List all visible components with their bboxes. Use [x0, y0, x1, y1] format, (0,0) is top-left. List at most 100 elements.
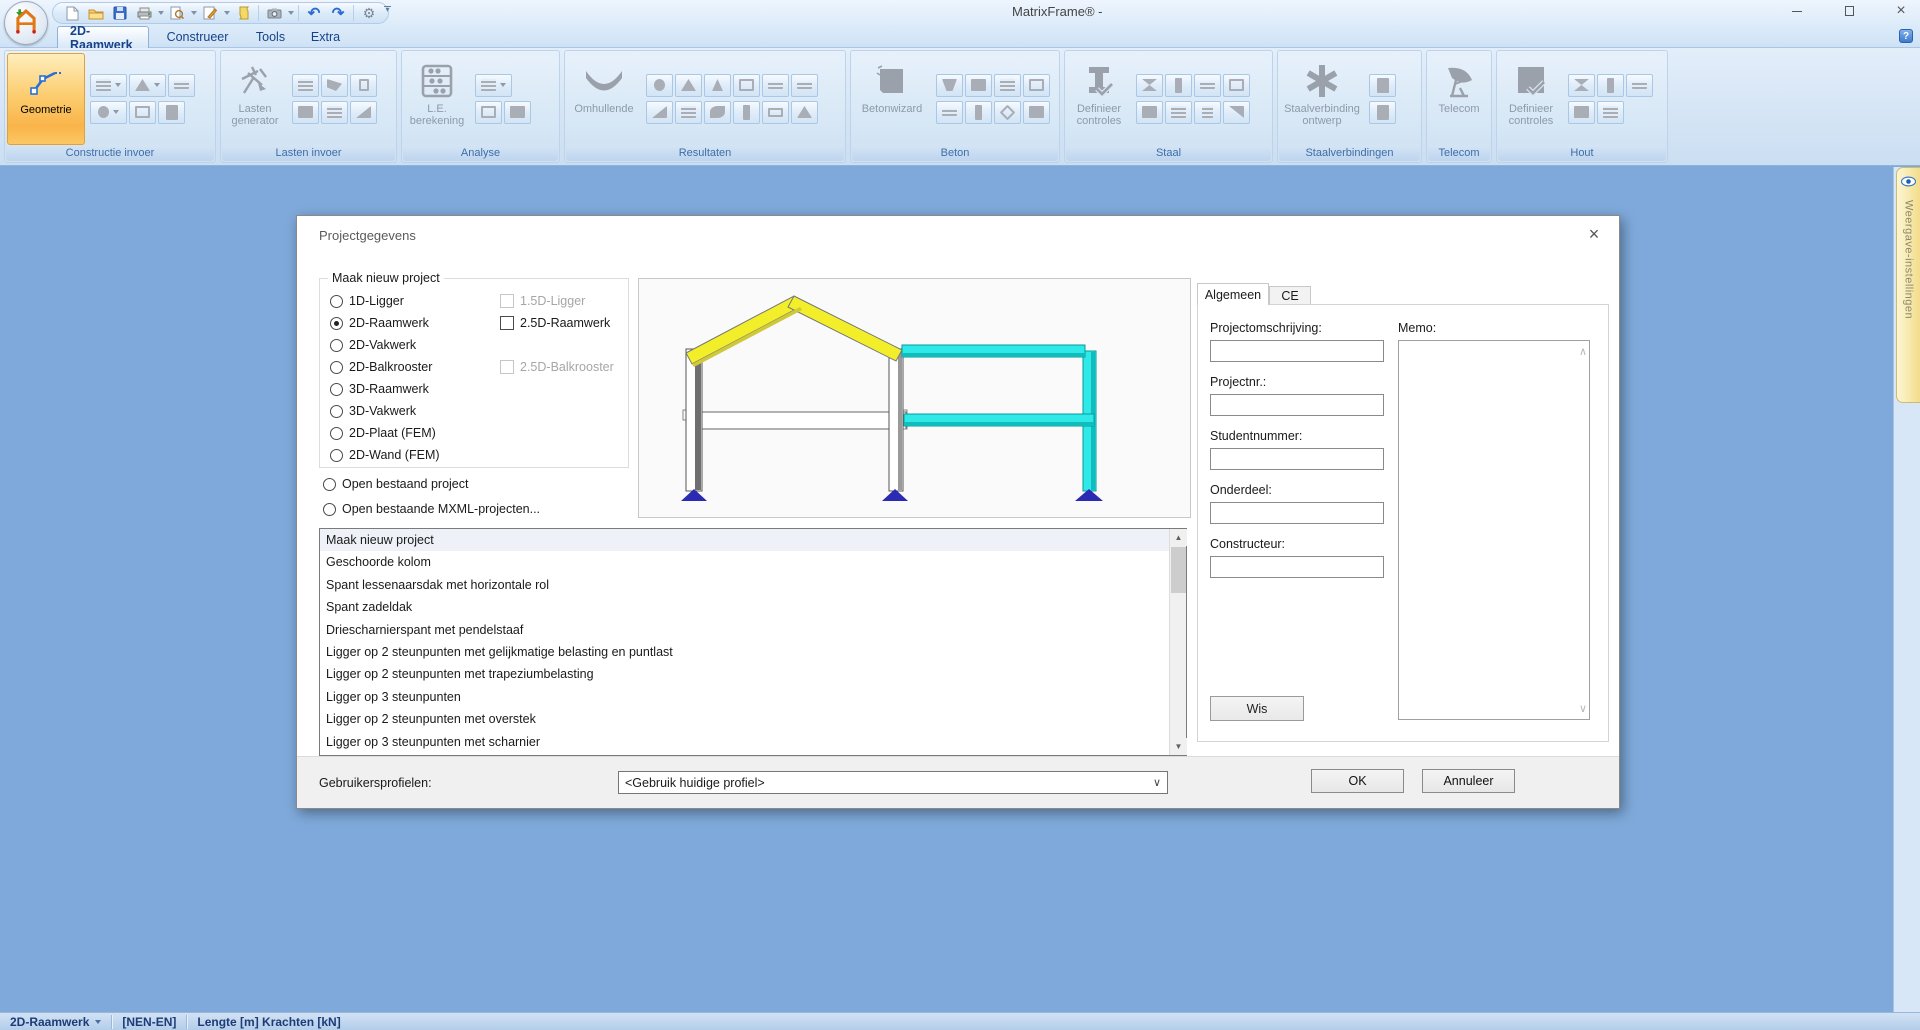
projectnr-field[interactable]: [1210, 394, 1384, 416]
radio-3d-vakwerk[interactable]: 3D-Vakwerk: [330, 403, 416, 419]
radio-2d-vakwerk[interactable]: 2D-Vakwerk: [330, 337, 416, 353]
projectomschrijving-field[interactable]: [1210, 340, 1384, 362]
annuleer-button[interactable]: Annuleer: [1422, 769, 1515, 793]
group-label: Analyse: [403, 145, 558, 161]
lasten-generator-button: Lasten generator: [223, 53, 287, 145]
connection-star-icon: [1304, 59, 1340, 103]
maximize-button[interactable]: [1836, 2, 1862, 20]
scrollbar-thumb[interactable]: [1171, 547, 1186, 593]
geometrie-button[interactable]: Geometrie: [7, 53, 85, 145]
radio-2d-raamwerk[interactable]: 2D-Raamwerk: [330, 315, 429, 331]
open-folder-icon[interactable]: [85, 4, 107, 23]
weergave-instellingen-tab[interactable]: Weergave-instellingen: [1896, 167, 1920, 403]
support-icon: [135, 106, 150, 118]
radio-3d-raamwerk[interactable]: 3D-Raamwerk: [330, 381, 429, 397]
satellite-dish-icon: [1442, 59, 1476, 103]
qat-separator: [258, 5, 259, 21]
constructeur-field[interactable]: [1210, 556, 1384, 578]
memo-scroll-up-icon[interactable]: ∧: [1579, 345, 1587, 358]
tab-construeer[interactable]: Construeer: [155, 26, 240, 48]
close-button[interactable]: ×: [1888, 2, 1914, 20]
right-panel-strip: Weergave-instellingen: [1893, 167, 1920, 1012]
qat-more-icon[interactable]: ▾: [384, 6, 391, 12]
save-icon[interactable]: [109, 4, 131, 23]
gebruikersprofielen-combobox[interactable]: <Gebruik huidige profiel> ∨: [618, 771, 1168, 794]
list-item[interactable]: Driescharnierspant met pendelstaaf: [320, 619, 1169, 641]
checkbox-2-5d-raamwerk[interactable]: 2.5D-Raamwerk: [500, 315, 610, 331]
list-scrollbar[interactable]: ▲ ▼: [1169, 529, 1186, 755]
help-icon[interactable]: ?: [1899, 29, 1913, 43]
redo-icon[interactable]: ↷: [327, 4, 349, 23]
small-tool-button: [1369, 74, 1396, 97]
constructeur-label: Constructeur:: [1210, 537, 1285, 551]
settings-gear-icon[interactable]: ⚙: [358, 4, 380, 23]
radio-open-mxml-projecten[interactable]: Open bestaande MXML-projecten...: [323, 501, 540, 517]
group-label: Telecom: [1428, 145, 1490, 161]
scroll-down-icon[interactable]: ▼: [1170, 738, 1187, 755]
print-preview-icon[interactable]: [166, 4, 188, 23]
radio-icon: [323, 503, 336, 516]
minimize-button[interactable]: [1784, 2, 1810, 20]
studentnummer-field[interactable]: [1210, 448, 1384, 470]
timber-buckling-icon: [1574, 79, 1589, 91]
list-item[interactable]: Ligger op 2 steunpunten met trapeziumbel…: [320, 663, 1169, 685]
status-project-type-dropdown[interactable]: 2D-Raamwerk: [0, 1013, 111, 1030]
radio-1d-ligger[interactable]: 1D-Ligger: [330, 293, 404, 309]
small-tool-button: [791, 74, 818, 97]
new-document-icon[interactable]: [61, 4, 83, 23]
list-item[interactable]: Ligger op 2 steunpunten met overstek: [320, 708, 1169, 730]
print-dropdown-icon[interactable]: [158, 11, 164, 15]
weergave-instellingen-label: Weergave-instellingen: [1903, 200, 1915, 319]
list-item[interactable]: Ligger op 2 steunpunten met gelijkmatige…: [320, 641, 1169, 663]
ok-button[interactable]: OK: [1311, 769, 1404, 793]
dialog-title: Projectgegevens: [319, 228, 416, 243]
list-item[interactable]: Spant lessenaarsdak met horizontale rol: [320, 574, 1169, 596]
scroll-up-icon[interactable]: ▲: [1170, 529, 1187, 546]
tab-tools[interactable]: Tools: [243, 26, 298, 48]
radio-open-bestaand-project[interactable]: Open bestaand project: [323, 476, 468, 492]
small-tool-button: [791, 101, 818, 124]
memo-field[interactable]: ∧ ∨: [1398, 340, 1590, 720]
concrete-block-icon: [875, 59, 909, 103]
small-tool-button: [504, 101, 531, 124]
onderdeel-label: Onderdeel:: [1210, 483, 1272, 497]
memo-scroll-down-icon[interactable]: ∨: [1579, 702, 1587, 715]
radio-2d-plaat-fem[interactable]: 2D-Plaat (FEM): [330, 425, 436, 441]
list-item[interactable]: Spant zadeldak: [320, 596, 1169, 618]
list-item[interactable]: Maak nieuw project: [320, 529, 1169, 551]
small-tool-button: [129, 101, 156, 124]
connection-a-icon: [1377, 78, 1389, 93]
tab-algemeen[interactable]: Algemeen: [1197, 283, 1269, 305]
onderdeel-field[interactable]: [1210, 502, 1384, 524]
snapshot-camera-icon[interactable]: [263, 4, 285, 23]
edit-report-dropdown-icon[interactable]: [224, 11, 230, 15]
betonwizard-button: Betonwizard: [853, 53, 931, 145]
snapshot-dropdown-icon[interactable]: [288, 11, 294, 15]
print-preview-dropdown-icon[interactable]: [191, 11, 197, 15]
dialog-close-icon[interactable]: ×: [1581, 222, 1607, 246]
tab-extra[interactable]: Extra: [298, 26, 353, 48]
script-icon[interactable]: [232, 4, 254, 23]
small-tool-button: [704, 74, 731, 97]
radio-2d-balkrooster[interactable]: 2D-Balkrooster: [330, 359, 432, 375]
reinforcement-icon: [1000, 79, 1015, 91]
tab-2d-raamwerk[interactable]: 2D-Raamwerk: [57, 26, 149, 48]
abacus-icon: [420, 59, 454, 103]
small-tool-button: [762, 101, 789, 124]
undo-icon[interactable]: ↶: [303, 4, 325, 23]
list-item[interactable]: Ligger op 3 steunpunten: [320, 686, 1169, 708]
envelope-small-icon: [797, 106, 812, 118]
small-tool-button: [292, 101, 319, 124]
wis-button[interactable]: Wis: [1210, 696, 1304, 721]
radio-2d-wand-fem[interactable]: 2D-Wand (FEM): [330, 447, 440, 463]
list-item[interactable]: Ligger op 3 steunpunten met scharnier: [320, 731, 1169, 753]
small-tool-button: [704, 101, 731, 124]
edit-report-icon[interactable]: [199, 4, 221, 23]
list-item[interactable]: Geschoorde kolom: [320, 551, 1169, 573]
small-tool-button: [350, 101, 377, 124]
radio-icon: [323, 478, 336, 491]
print-icon[interactable]: [133, 4, 155, 23]
load-combination-icon: [327, 79, 342, 91]
stress-icon: [681, 106, 696, 118]
tab-ce[interactable]: CE: [1269, 286, 1311, 305]
